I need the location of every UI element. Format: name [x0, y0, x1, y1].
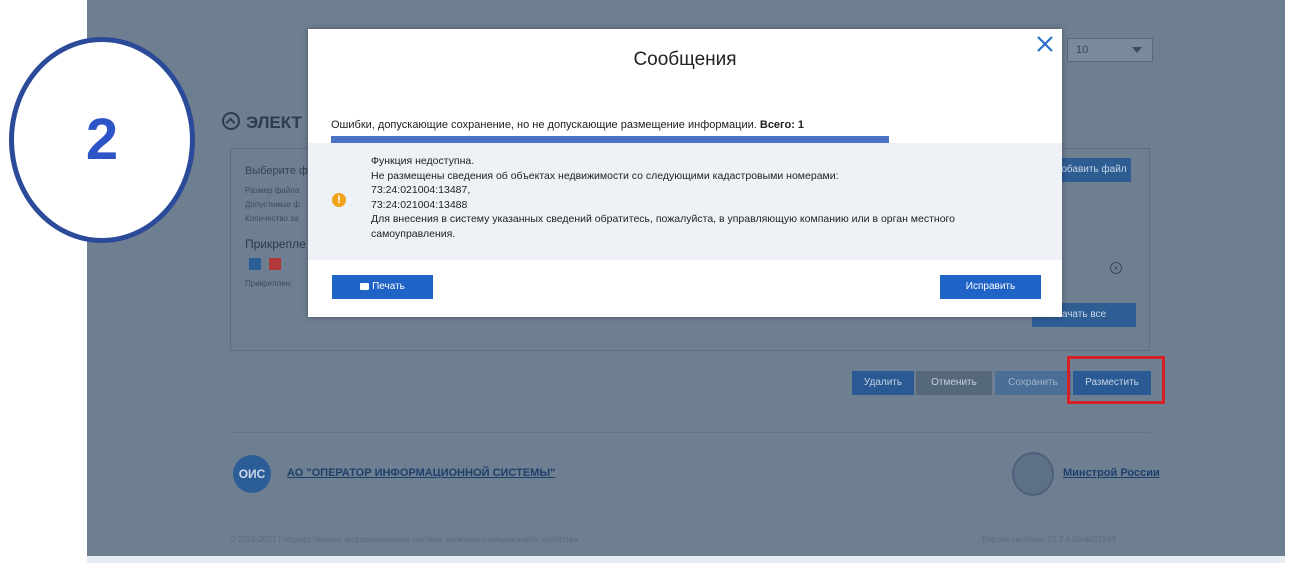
error-heading-text: Ошибки, допускающие сохранение, но не до… — [331, 119, 757, 131]
printer-icon — [360, 283, 370, 290]
message-line: Функция недоступна. — [371, 155, 475, 167]
message-line: самоуправления. — [371, 227, 456, 240]
attached-heading: Прикрепле — [245, 237, 306, 251]
cancel-button[interactable]: Отменить — [916, 371, 992, 395]
ois-logo[interactable]: ОИС — [233, 455, 271, 493]
message-box: ! Функция недоступна. Не размещены сведе… — [308, 143, 1062, 260]
step-number-badge: 2 — [9, 37, 195, 243]
ministry-link[interactable]: Минстрой России — [1063, 467, 1160, 479]
file-count-label: Количество за — [245, 214, 299, 223]
print-button[interactable]: Печать — [332, 275, 433, 299]
highlight-frame — [1067, 356, 1165, 404]
chevron-up-circle-icon[interactable] — [222, 112, 240, 130]
bottom-strip — [87, 556, 1285, 563]
section-title[interactable]: ЭЛЕКТ — [222, 112, 302, 133]
file-size-label: Размер файла — [245, 186, 300, 195]
file-icon[interactable] — [249, 258, 261, 270]
save-button[interactable]: Сохранить — [995, 371, 1071, 395]
file-icons — [249, 257, 289, 275]
ministry-emblem-icon[interactable] — [1012, 452, 1054, 496]
chevron-down-icon — [1132, 47, 1142, 53]
attached-by-label: Прикреплен: — [245, 279, 293, 288]
error-progress-bar — [331, 136, 889, 143]
error-heading: Ошибки, допускающие сохранение, но не до… — [331, 119, 804, 131]
section-title-text: ЭЛЕКТ — [246, 113, 302, 132]
copyright-text: © 2016-2021 Государственная информационн… — [230, 535, 578, 544]
ois-link[interactable]: АО "ОПЕРАТОР ИНФОРМАЦИОННОЙ СИСТЕМЫ" — [287, 467, 555, 479]
remove-circle-icon[interactable]: × — [1110, 262, 1122, 274]
messages-dialog: Сообщения Ошибки, допускающие сохранение… — [308, 29, 1062, 317]
message-line: Не размещены сведения об объектах недвиж… — [371, 169, 839, 182]
fix-button[interactable]: Исправить — [940, 275, 1041, 299]
error-total: Всего: 1 — [759, 119, 805, 131]
select-file-label: Выберите ф — [245, 165, 308, 177]
delete-button[interactable]: Удалить — [852, 371, 914, 395]
dialog-title: Сообщения — [633, 49, 737, 70]
allowed-formats-label: Допустимые ф — [245, 200, 300, 209]
message-line: Для внесения в систему указанных сведени… — [371, 213, 955, 225]
page-size-select[interactable]: 10 — [1067, 38, 1153, 62]
print-button-label: Печать — [372, 281, 405, 292]
page-size-value: 10 — [1076, 44, 1089, 56]
message-line: 73:24:021004:13487, — [371, 184, 471, 196]
message-line: 73:24:021004:13488 — [371, 198, 468, 211]
version-text: Версия системы: 13.3.4.0build31343 — [982, 535, 1116, 544]
warning-icon: ! — [332, 193, 346, 207]
footer-divider — [230, 432, 1150, 433]
message-lines: Функция недоступна. Не размещены сведени… — [371, 154, 955, 241]
close-icon[interactable] — [1034, 33, 1056, 55]
pdf-icon[interactable] — [269, 258, 281, 270]
add-file-button[interactable]: обавить файл — [1057, 158, 1131, 182]
